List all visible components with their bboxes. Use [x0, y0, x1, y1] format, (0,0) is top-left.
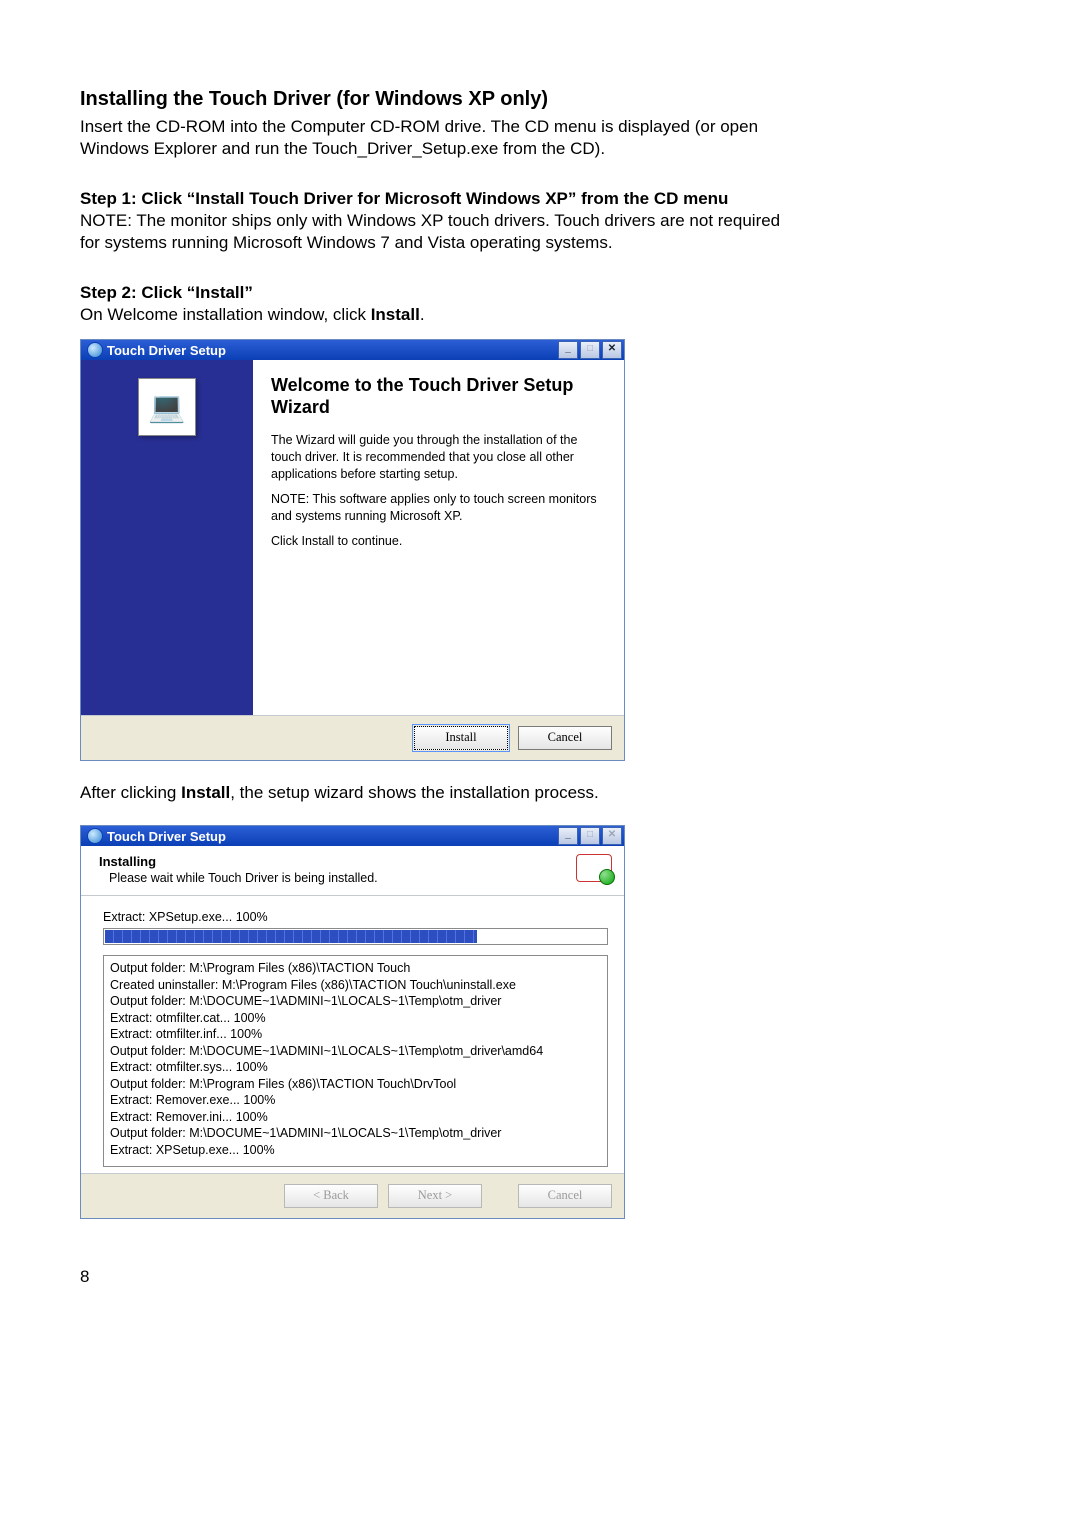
close-button[interactable]: ✕	[602, 341, 622, 359]
cancel-button: Cancel	[518, 1184, 612, 1208]
back-button: < Back	[284, 1184, 378, 1208]
step2-text-a: On Welcome installation window, click	[80, 305, 371, 324]
after-install-text: After clicking Install, the setup wizard…	[80, 783, 1000, 803]
wizard-hero-icon: 💻	[138, 378, 196, 436]
log-line: Output folder: M:\DOCUME~1\ADMINI~1\LOCA…	[110, 1125, 601, 1142]
wizard-button-row: Install Cancel	[81, 715, 624, 760]
installer-badge-icon	[576, 854, 612, 882]
step1-title: Step 1: Click “Install Touch Driver for …	[80, 189, 1000, 209]
wizard-para-1: The Wizard will guide you through the in…	[271, 432, 608, 483]
minimize-button[interactable]: _	[558, 341, 578, 359]
wizard-heading: Welcome to the Touch Driver Setup Wizard	[271, 374, 608, 418]
log-line: Output folder: M:\DOCUME~1\ADMINI~1\LOCA…	[110, 993, 601, 1010]
after-text-a: After clicking	[80, 783, 181, 802]
after-text-bold: Install	[181, 783, 230, 802]
cancel-button[interactable]: Cancel	[518, 726, 612, 750]
installing-window: Touch Driver Setup _ □ ✕ Installing Plea…	[80, 825, 625, 1219]
maximize-button: □	[580, 827, 600, 845]
log-line: Extract: otmfilter.sys... 100%	[110, 1059, 601, 1076]
intro-line-2: Windows Explorer and run the Touch_Drive…	[80, 139, 1000, 159]
maximize-button: □	[580, 341, 600, 359]
progress-bar-fill	[105, 930, 477, 943]
intro-line-1: Insert the CD-ROM into the Computer CD-R…	[80, 117, 1000, 137]
installing-heading: Installing	[99, 854, 576, 869]
titlebar[interactable]: Touch Driver Setup _ □ ✕	[81, 826, 624, 846]
log-line: Output folder: M:\Program Files (x86)\TA…	[110, 1076, 601, 1093]
wizard-button-row: < Back Next > Cancel	[81, 1173, 624, 1218]
page-heading: Installing the Touch Driver (for Windows…	[80, 88, 1000, 111]
log-line: Output folder: M:\DOCUME~1\ADMINI~1\LOCA…	[110, 1043, 601, 1060]
page-number: 8	[80, 1267, 1000, 1287]
install-log: Output folder: M:\Program Files (x86)\TA…	[103, 955, 608, 1167]
log-line: Extract: Remover.exe... 100%	[110, 1092, 601, 1109]
app-icon	[87, 828, 103, 844]
welcome-wizard-window: Touch Driver Setup _ □ ✕ 💻 Welcome to th…	[80, 339, 625, 761]
installing-subtext: Please wait while Touch Driver is being …	[109, 871, 576, 885]
log-line: Extract: otmfilter.inf... 100%	[110, 1026, 601, 1043]
step2-text: On Welcome installation window, click In…	[80, 305, 1000, 325]
step2-text-c: .	[420, 305, 425, 324]
titlebar[interactable]: Touch Driver Setup _ □ ✕	[81, 340, 624, 360]
log-line: Extract: otmfilter.cat... 100%	[110, 1010, 601, 1027]
minimize-button[interactable]: _	[558, 827, 578, 845]
log-line: Created uninstaller: M:\Program Files (x…	[110, 977, 601, 994]
window-title: Touch Driver Setup	[107, 829, 226, 844]
step2-text-bold: Install	[371, 305, 420, 324]
log-line: Output folder: M:\Program Files (x86)\TA…	[110, 960, 601, 977]
close-button: ✕	[602, 827, 622, 845]
next-button: Next >	[388, 1184, 482, 1208]
wizard-para-2: NOTE: This software applies only to touc…	[271, 491, 608, 525]
progress-bar	[103, 928, 608, 945]
window-title: Touch Driver Setup	[107, 343, 226, 358]
wizard-para-3: Click Install to continue.	[271, 533, 608, 550]
step1-note-1: NOTE: The monitor ships only with Window…	[80, 211, 1000, 231]
step1-note-2: for systems running Microsoft Windows 7 …	[80, 233, 1000, 253]
extract-status-line: Extract: XPSetup.exe... 100%	[103, 910, 608, 924]
app-icon	[87, 342, 103, 358]
install-button[interactable]: Install	[414, 726, 508, 750]
log-line: Extract: Remover.ini... 100%	[110, 1109, 601, 1126]
after-text-c: , the setup wizard shows the installatio…	[230, 783, 599, 802]
log-line: Extract: XPSetup.exe... 100%	[110, 1142, 601, 1159]
wizard-sidebar: 💻	[81, 360, 253, 715]
step2-title: Step 2: Click “Install”	[80, 283, 1000, 303]
